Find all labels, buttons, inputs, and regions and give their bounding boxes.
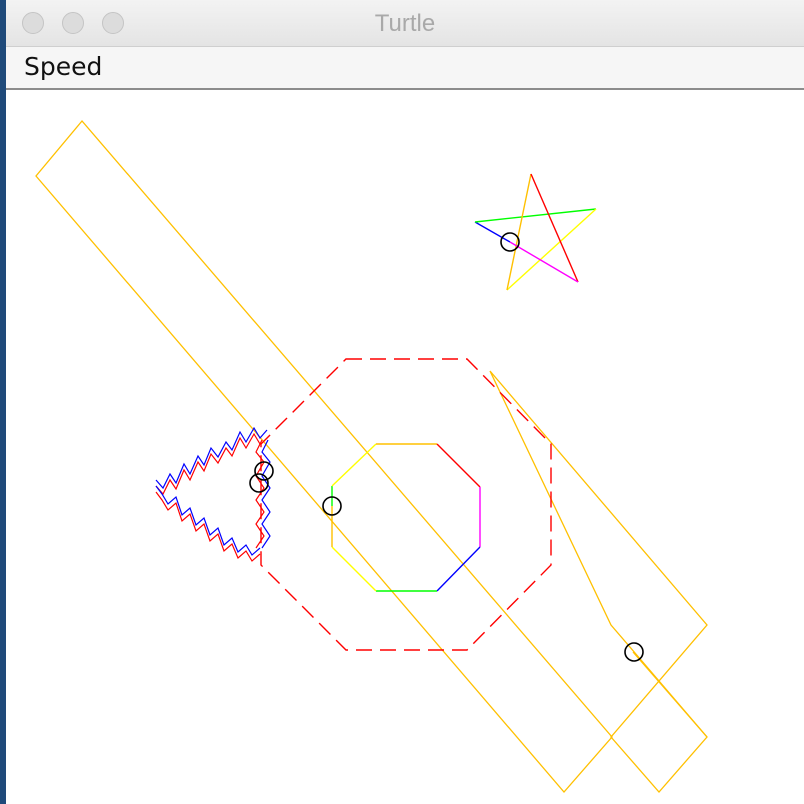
turtle-canvas[interactable] xyxy=(6,90,804,804)
zigzag-chevron xyxy=(155,426,271,562)
turtle-cursor xyxy=(254,461,274,481)
star xyxy=(474,173,597,291)
dashed-octagon xyxy=(260,358,552,651)
speed-menu[interactable]: Speed xyxy=(24,52,102,81)
turtle-cursor xyxy=(249,473,269,493)
title-bar[interactable]: Turtle xyxy=(6,0,804,47)
menu-bar: Speed xyxy=(6,47,804,90)
tilted-rectangle xyxy=(489,370,708,793)
turtle-cursors xyxy=(249,232,644,662)
turtle-window: Turtle Speed xyxy=(6,0,804,804)
long-rectangle xyxy=(35,119,613,793)
tilted-rectangle-edge xyxy=(632,651,708,738)
drawing-surface xyxy=(35,119,708,793)
octagon xyxy=(331,443,481,592)
window-title: Turtle xyxy=(374,10,436,37)
